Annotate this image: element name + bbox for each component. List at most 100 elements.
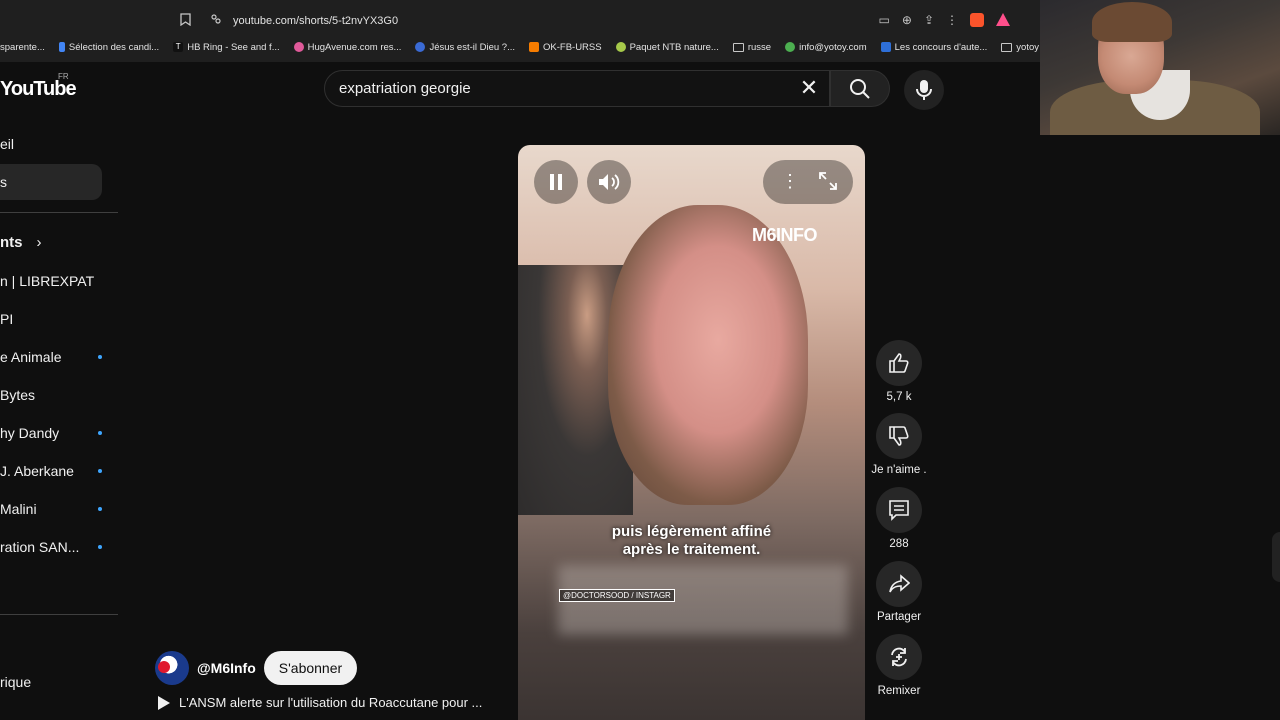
voice-search-button[interactable]: [904, 70, 944, 110]
zoom-icon[interactable]: ⊕: [902, 13, 912, 27]
subscribe-button[interactable]: S'abonner: [263, 651, 358, 685]
video-title[interactable]: L'ANSM alerte sur l'utilisation du Roacc…: [179, 695, 482, 710]
caption-line: après le traitement.: [622, 541, 761, 558]
new-content-dot: [98, 469, 102, 473]
sidebar-item-channel[interactable]: Bytes: [0, 377, 102, 413]
new-content-dot: [98, 355, 102, 359]
bookmark-label: OK-FB-URSS: [543, 41, 602, 53]
bookmark-item[interactable]: info@yotoy.com: [785, 42, 867, 53]
search-button[interactable]: [830, 70, 890, 107]
bookmark-item[interactable]: Jésus est-il Dieu ?...: [415, 42, 515, 53]
bookmark-item[interactable]: OK-FB-URSS: [529, 42, 602, 53]
bookmark-favicon: [880, 42, 891, 52]
new-content-dot: [98, 545, 102, 549]
source-credit: @DOCTORSOOD / INSTAGR: [559, 589, 675, 602]
bookmark-label: Jésus est-il Dieu ?...: [429, 41, 515, 53]
omnibox[interactable]: youtube.com/shorts/5-t2nvYX3G0 ▭ ⊕ ⇪ ⋮: [170, 8, 1025, 34]
bookmark-star-icon[interactable]: [180, 13, 191, 29]
sidebar-item-label: PI: [0, 311, 14, 327]
share-button[interactable]: [876, 561, 922, 607]
channel-handle[interactable]: @M6Info: [197, 660, 256, 676]
sidebar-item-label: J. Aberkane: [0, 463, 74, 479]
chevron-right-icon: ›: [36, 233, 42, 251]
dislike-label: Je n'aime .: [871, 464, 927, 476]
bookmark-label: russe: [747, 41, 772, 53]
bookmark-item[interactable]: Paquet NTB nature...: [615, 41, 719, 53]
bookmark-label: HugAvenue.com res...: [307, 41, 402, 53]
channel-avatar[interactable]: [155, 651, 189, 685]
sidebar-item-channel[interactable]: ration SAN...: [0, 529, 118, 565]
bookmark-folder[interactable]: russe: [732, 41, 772, 53]
like-button[interactable]: [876, 340, 922, 386]
sidebar-subscriptions-heading[interactable]: nts ›: [0, 224, 102, 260]
brave-rewards-icon[interactable]: [996, 13, 1010, 26]
bookmark-label: HB Ring - See and f...: [187, 41, 280, 53]
youtube-logo[interactable]: YouTube: [0, 78, 77, 101]
sidebar-item-history[interactable]: rique: [0, 664, 102, 700]
sidebar-item-label: n | LIBREXPAT: [0, 273, 95, 289]
video-title-row[interactable]: L'ANSM alerte sur l'utilisation du Roacc…: [158, 695, 482, 710]
sidebar-item-channel[interactable]: hy Dandy: [0, 415, 118, 451]
next-video-handle[interactable]: [1272, 532, 1280, 582]
address-bar-row: youtube.com/shorts/5-t2nvYX3G0 ▭ ⊕ ⇪ ⋮: [0, 5, 1040, 35]
sidebar-divider: [0, 212, 118, 213]
comments-button[interactable]: [876, 487, 922, 533]
cast-icon[interactable]: ▭: [879, 13, 890, 27]
shorts-video-player[interactable]: ⋮ M6INFO puis légèrement affiné après le…: [518, 145, 865, 720]
bookmark-item[interactable]: HugAvenue.com res...: [293, 41, 402, 53]
dislike-button[interactable]: [876, 413, 922, 459]
url-text[interactable]: youtube.com/shorts/5-t2nvYX3G0: [233, 15, 398, 27]
more-options-icon[interactable]: ⋮: [781, 171, 799, 192]
sidebar-item-channel[interactable]: PI: [0, 301, 102, 337]
bookmark-favicon: [415, 42, 426, 52]
sidebar-item-home[interactable]: eil: [0, 126, 102, 162]
play-icon: [158, 695, 170, 710]
pause-icon: [550, 174, 562, 190]
bookmark-favicon: [529, 42, 539, 52]
search-input[interactable]: expatriation georgie: [339, 80, 471, 97]
bookmark-label: info@yotoy.com: [799, 41, 867, 53]
remix-button[interactable]: [876, 634, 922, 680]
bookmark-item[interactable]: T HB Ring - See and f...: [173, 41, 280, 53]
caption-line: puis légèrement affiné: [611, 523, 772, 540]
bookmark-item[interactable]: Les concours d'aute...: [880, 41, 988, 53]
browser-toolbar: youtube.com/shorts/5-t2nvYX3G0 ▭ ⊕ ⇪ ⋮ s…: [0, 0, 1040, 62]
video-person-center: [608, 205, 808, 505]
sidebar-item-channel[interactable]: J. Aberkane: [0, 453, 118, 489]
bookmark-folder[interactable]: yotoy: [1001, 42, 1039, 53]
share-label: Partager: [876, 611, 922, 623]
bookmark-item[interactable]: Sélection des candi...: [58, 42, 159, 53]
bookmark-label: yotoy: [1016, 41, 1040, 53]
microphone-icon: [916, 80, 932, 100]
fullscreen-icon[interactable]: [819, 172, 837, 195]
remix-label: Remixer: [877, 685, 921, 697]
new-content-dot: [98, 431, 102, 435]
site-info-icon[interactable]: [210, 13, 222, 28]
comment-icon: [889, 500, 909, 521]
bookmark-label: Les concours d'aute...: [894, 41, 988, 53]
player-controls-right: ⋮: [763, 160, 853, 204]
search-icon: [850, 78, 870, 99]
sidebar-item-label: Bytes: [0, 387, 36, 403]
folder-icon: [1001, 42, 1013, 52]
sidebar-item-shorts[interactable]: s: [0, 164, 102, 200]
search-box[interactable]: expatriation georgie ✕: [324, 70, 830, 107]
more-icon[interactable]: ⋮: [946, 13, 958, 27]
clear-search-icon[interactable]: ✕: [795, 74, 823, 102]
share-page-icon[interactable]: ⇪: [924, 13, 934, 27]
sidebar-item-channel[interactable]: Malini: [0, 491, 118, 527]
volume-icon: [599, 174, 620, 190]
sidebar-item-channel[interactable]: e Animale: [0, 339, 118, 375]
volume-button[interactable]: [587, 160, 631, 204]
pause-button[interactable]: [534, 160, 578, 204]
bookmark-label: Paquet NTB nature...: [629, 41, 719, 53]
bookmarks-bar: sparente... Sélection des candi... T HB R…: [0, 36, 1040, 58]
share-icon: [889, 574, 910, 593]
sidebar-item-label: ration SAN...: [0, 539, 80, 555]
sidebar-item-label: eil: [0, 136, 15, 152]
sidebar-item-label: nts: [0, 233, 23, 251]
bookmark-item[interactable]: sparente...: [0, 42, 45, 53]
brave-shields-icon[interactable]: [970, 13, 984, 27]
bookmark-favicon: [293, 42, 304, 52]
sidebar-item-channel[interactable]: n | LIBREXPAT: [0, 263, 102, 299]
